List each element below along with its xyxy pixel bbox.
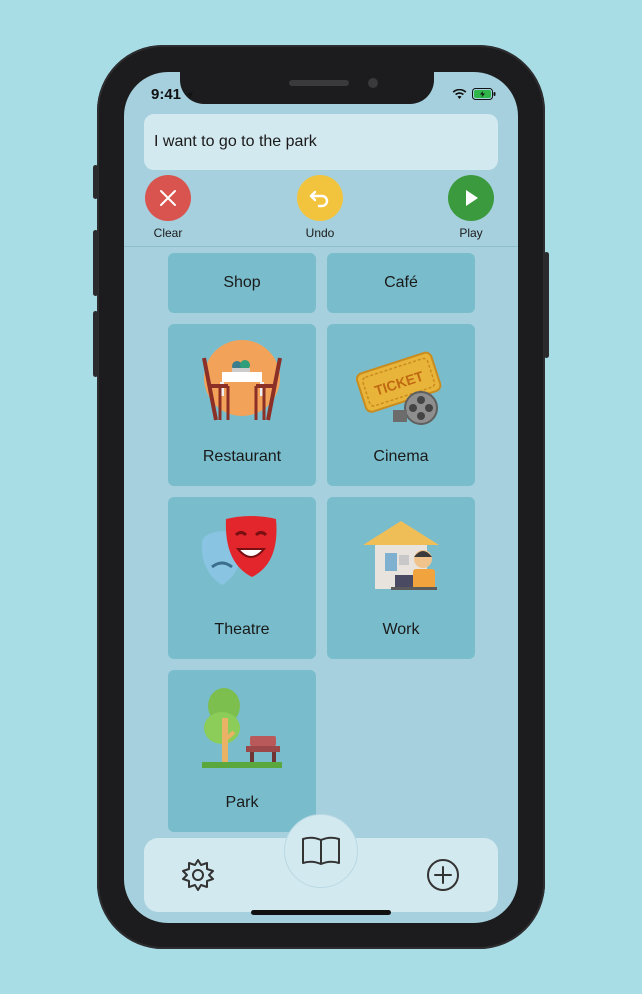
tile-work[interactable]: Work [327,497,475,659]
restaurant-icon [202,340,282,421]
front-camera [368,78,378,88]
tile-label: Theatre [214,621,270,638]
wifi-icon [452,88,467,99]
clear-button[interactable]: Clear [133,175,203,240]
location-arrow-icon [186,91,194,99]
undo-circle[interactable] [297,175,343,221]
undo-label: Undo [305,226,335,240]
tile-label: Park [225,794,259,811]
tile-cinema[interactable]: TICKET Cinema [327,324,475,486]
clear-label: Clear [153,226,183,240]
tile-label: Shop [223,274,261,291]
theatre-masks-icon [201,516,277,585]
volume-up-button [93,230,98,296]
undo-icon [309,190,329,208]
mute-switch [93,165,98,199]
sentence-bar[interactable]: I want to go to the park [144,114,498,170]
clear-circle[interactable] [145,175,191,221]
play-button[interactable]: Play [436,175,506,240]
play-label: Play [459,226,483,240]
tile-shop[interactable]: Shop [168,253,316,313]
book-button[interactable] [284,814,358,888]
play-icon [466,190,478,206]
power-button [544,252,549,358]
sentence-text: I want to go to the park [154,133,317,150]
tile-cafe[interactable]: Café [327,253,475,313]
play-circle[interactable] [448,175,494,221]
book-icon [302,836,340,865]
volume-down-button [93,311,98,377]
undo-button[interactable]: Undo [285,175,355,240]
tile-label: Café [384,274,418,291]
notch [180,72,434,104]
tile-theatre[interactable]: Theatre [168,497,316,659]
tile-label: Cinema [373,448,429,465]
tile-restaurant[interactable]: Restaurant [168,324,316,486]
work-icon [363,521,439,590]
speaker [289,80,349,86]
status-icons [452,88,496,100]
battery-icon [472,88,496,100]
close-icon [160,190,176,206]
home-indicator [251,910,391,915]
tile-park[interactable]: Park [168,670,316,832]
plus-circle-icon[interactable] [426,858,460,892]
status-time: 9:41 [151,86,194,103]
cinema-ticket-icon: TICKET [355,351,442,425]
park-icon [202,688,282,768]
gear-icon[interactable] [180,857,216,893]
tile-label: Restaurant [202,448,282,465]
tile-label: Work [382,621,420,638]
divider [124,246,518,247]
